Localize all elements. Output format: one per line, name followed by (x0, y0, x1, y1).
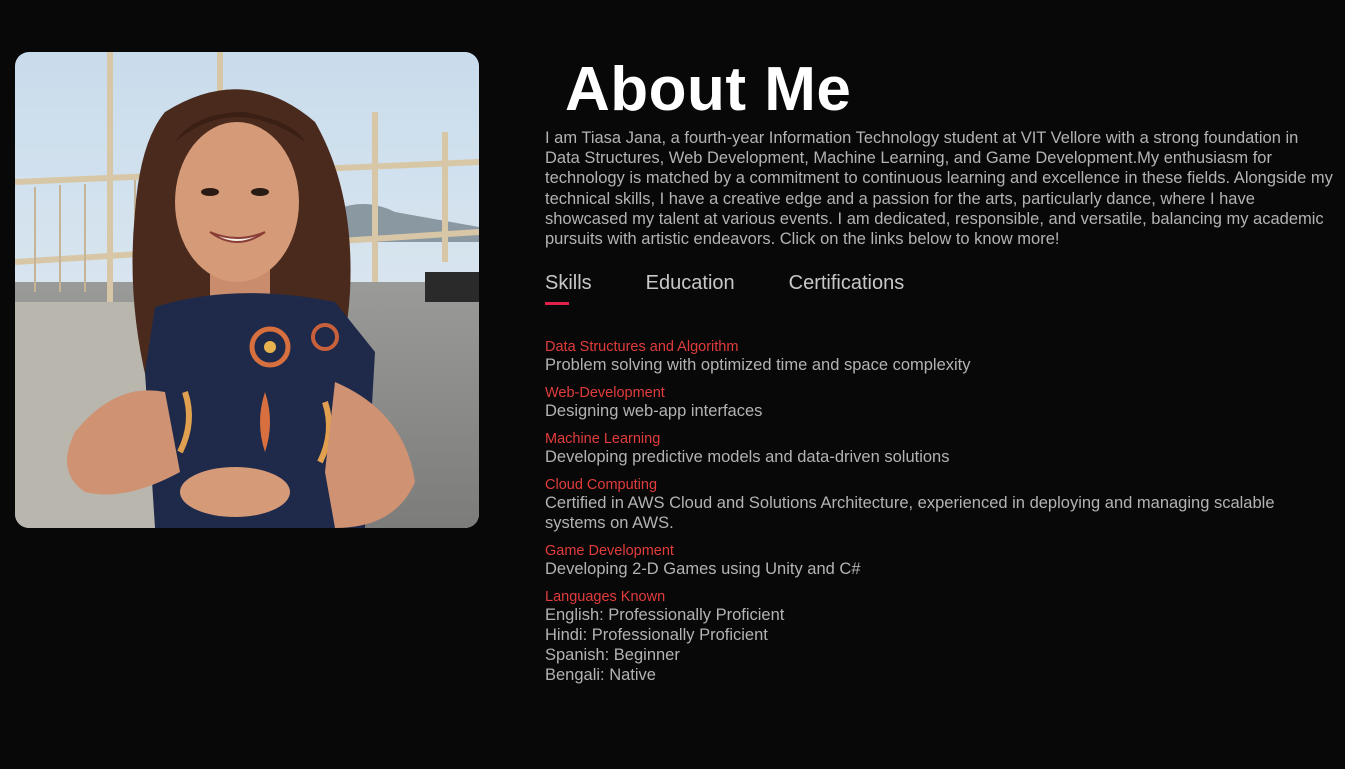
page-title: About Me (565, 55, 852, 124)
skill-item: Machine Learning Developing predictive m… (545, 431, 1335, 467)
bio-text: I am Tiasa Jana, a fourth-year Informati… (545, 129, 1333, 249)
skill-name: Web-Development (545, 385, 665, 402)
skill-description: Certified in AWS Cloud and Solutions Arc… (545, 494, 1275, 533)
skill-item: Data Structures and Algorithm Problem so… (545, 339, 1335, 375)
language-english: English: Professionally Proficient (545, 606, 785, 625)
skill-description: Problem solving with optimized time and … (545, 356, 971, 375)
about-section: About Me I am Tiasa Jana, a fourth-year … (545, 56, 1335, 695)
profile-photo (15, 52, 479, 528)
skill-item: Game Development Developing 2-D Games us… (545, 543, 1335, 579)
language-spanish: Spanish: Beginner (545, 646, 680, 665)
skill-item-languages: Languages Known English: Professionally … (545, 589, 1335, 685)
tab-skills[interactable]: Skills (545, 272, 592, 306)
skill-name: Data Structures and Algorithm (545, 339, 739, 356)
skill-name: Game Development (545, 543, 674, 560)
profile-photo-illustration (15, 52, 479, 528)
skill-name: Machine Learning (545, 431, 661, 448)
language-bengali: Bengali: Native (545, 666, 656, 685)
skill-description: Developing 2-D Games using Unity and C# (545, 560, 861, 579)
language-hindi: Hindi: Professionally Proficient (545, 626, 768, 645)
tab-education[interactable]: Education (646, 272, 735, 305)
tab-bar: Skills Education Certifications (545, 272, 1335, 306)
skill-name: Languages Known (545, 589, 666, 606)
skill-description: Developing predictive models and data-dr… (545, 448, 950, 467)
skill-description: Designing web-app interfaces (545, 402, 763, 421)
skill-name: Cloud Computing (545, 477, 658, 494)
skill-item: Web-Development Designing web-app interf… (545, 385, 1335, 421)
tab-certifications[interactable]: Certifications (789, 272, 905, 305)
skill-item: Cloud Computing Certified in AWS Cloud a… (545, 477, 1335, 533)
skills-list: Data Structures and Algorithm Problem so… (545, 339, 1335, 685)
